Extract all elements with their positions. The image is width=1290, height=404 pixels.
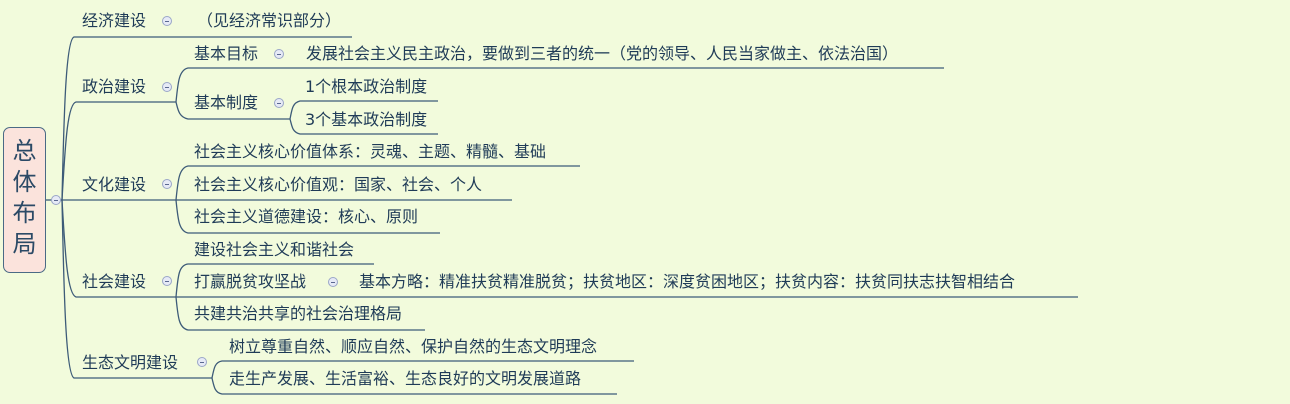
economy-note[interactable]: （见经济常识部分） [197,11,341,31]
society-governance[interactable]: 共建共治共享的社会治理格局 [194,304,402,324]
collapse-icon[interactable] [162,179,172,189]
collapse-icon[interactable] [162,82,172,92]
politics-system-node[interactable]: 基本制度 [194,93,258,113]
ecology-item[interactable]: 树立尊重自然、顺应自然、保护自然的生态文明理念 [229,337,597,357]
collapse-icon[interactable] [274,98,284,108]
society-poverty-detail[interactable]: 基本方略：精准扶贫精准脱贫；扶贫地区：深度贫困地区；扶贫内容：扶贫同扶志扶智相结… [359,272,1015,292]
root-node[interactable]: 总 体 布 局 [3,127,46,273]
culture-item[interactable]: 社会主义核心价值观：国家、社会、个人 [194,175,482,195]
collapse-icon[interactable] [162,276,172,286]
root-label: 总 体 布 局 [12,137,37,258]
collapse-icon[interactable] [197,357,207,367]
politics-node[interactable]: 政治建设 [82,77,146,97]
politics-system-item[interactable]: 1个根本政治制度 [305,77,427,97]
collapse-icon[interactable] [51,195,61,205]
collapse-icon[interactable] [328,277,338,287]
ecology-node[interactable]: 生态文明建设 [82,353,178,373]
society-poverty-node[interactable]: 打赢脱贫攻坚战 [194,272,306,292]
politics-goal-detail[interactable]: 发展社会主义民主政治，要做到三者的统一（党的领导、人民当家做主、依法治国） [306,44,898,64]
society-harmony[interactable]: 建设社会主义和谐社会 [194,240,354,260]
society-node[interactable]: 社会建设 [82,272,146,292]
politics-goal-node[interactable]: 基本目标 [194,44,258,64]
economy-node[interactable]: 经济建设 [82,11,146,31]
collapse-icon[interactable] [274,49,284,59]
ecology-item[interactable]: 走生产发展、生活富裕、生态良好的文明发展道路 [229,369,581,389]
culture-item[interactable]: 社会主义道德建设：核心、原则 [194,207,418,227]
collapse-icon[interactable] [162,16,172,26]
culture-node[interactable]: 文化建设 [82,175,146,195]
culture-item[interactable]: 社会主义核心价值体系：灵魂、主题、精髓、基础 [194,142,546,162]
politics-system-item[interactable]: 3个基本政治制度 [305,110,427,130]
